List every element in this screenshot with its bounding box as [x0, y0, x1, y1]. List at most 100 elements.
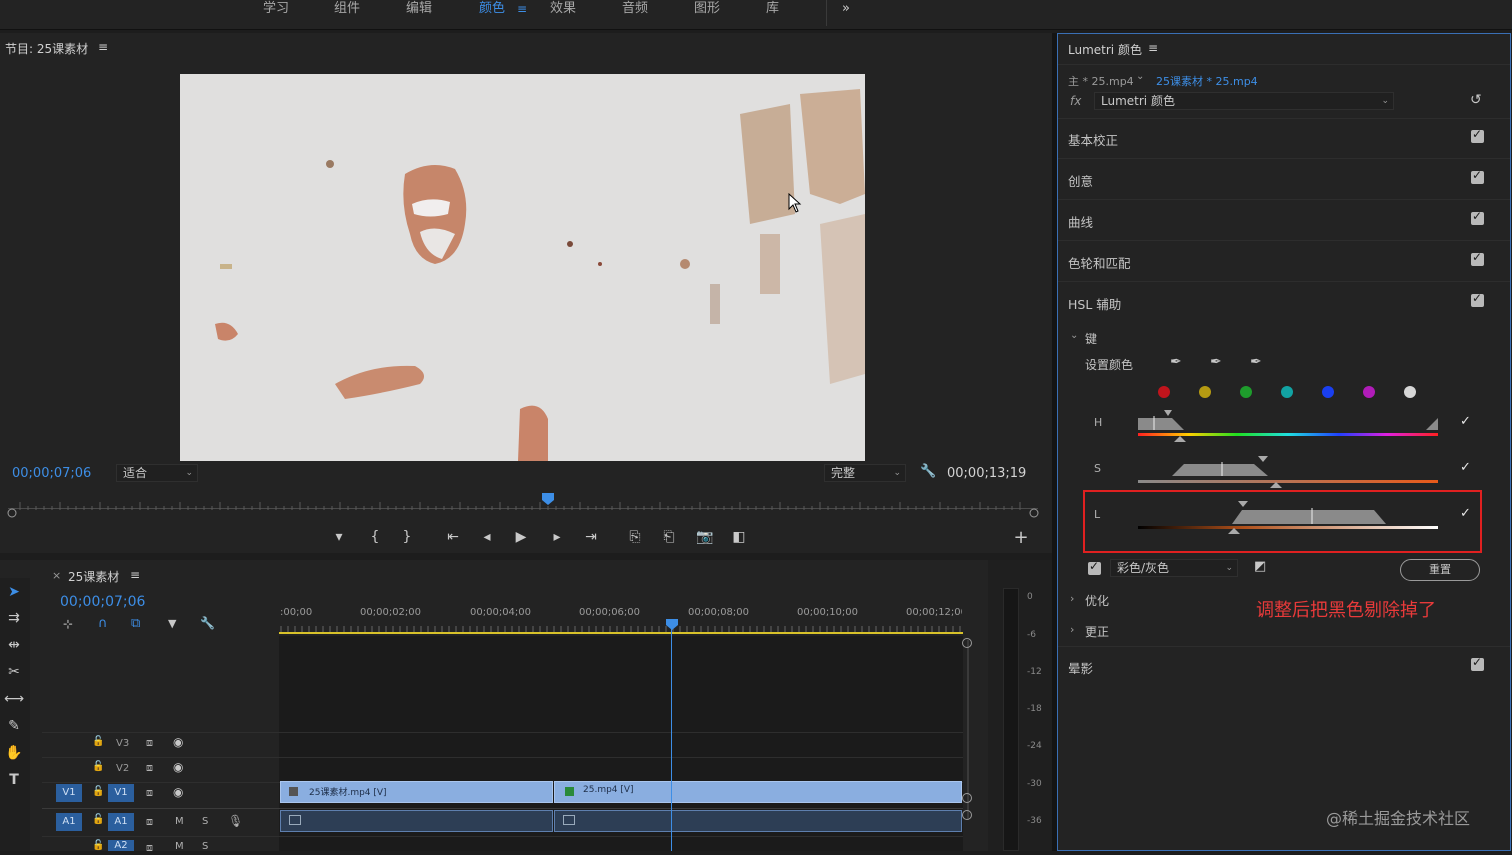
- quality-select[interactable]: 完整 ⌄: [824, 464, 906, 482]
- audio-clip-2[interactable]: [554, 810, 962, 832]
- scroll-handle-bottom[interactable]: [962, 793, 972, 803]
- color-wheels-checkbox[interactable]: [1471, 250, 1484, 266]
- saturation-enable-check-icon[interactable]: ✓: [1460, 460, 1471, 475]
- reset-button[interactable]: 重置: [1400, 559, 1480, 581]
- camera-icon[interactable]: 📷: [694, 527, 716, 547]
- sync-lock-icon[interactable]: ⧈: [146, 786, 153, 800]
- luminance-enable-check-icon[interactable]: ✓: [1460, 506, 1471, 521]
- eye-icon[interactable]: ◉: [173, 785, 183, 799]
- linked-selection-icon[interactable]: ⧉: [131, 616, 140, 631]
- tab-effects[interactable]: 效果: [550, 0, 576, 22]
- swatch-white[interactable]: [1404, 386, 1416, 398]
- razor-tool-icon[interactable]: ✂: [4, 662, 24, 682]
- sync-lock-icon[interactable]: ⧈: [146, 736, 153, 750]
- hue-enable-check-icon[interactable]: ✓: [1460, 414, 1471, 429]
- effect-select[interactable]: Lumetri 颜色 ⌄: [1094, 92, 1394, 110]
- creative-checkbox[interactable]: [1471, 168, 1484, 184]
- lock-icon[interactable]: 🔓: [92, 761, 104, 772]
- lock-icon[interactable]: 🔓: [92, 814, 104, 825]
- settings-wrench-icon[interactable]: 🔧: [200, 616, 215, 630]
- chevron-right-icon[interactable]: ›: [1070, 623, 1074, 636]
- step-forward-icon[interactable]: ▸: [546, 527, 568, 547]
- key-section-label[interactable]: 键: [1085, 330, 1097, 347]
- tab-editing[interactable]: 编辑: [406, 0, 432, 22]
- selection-tool-icon[interactable]: ➤: [4, 582, 24, 602]
- eyedropper-icon[interactable]: ✒: [1170, 354, 1182, 370]
- track-label-a1[interactable]: A1: [108, 813, 134, 831]
- sequence-clip-label[interactable]: 25课素材 * 25.mp4: [1156, 73, 1258, 89]
- video-clip-2[interactable]: 25.mp4 [V]: [554, 781, 962, 803]
- go-to-in-icon[interactable]: ⇤: [442, 527, 464, 547]
- tab-learn[interactable]: 学习: [263, 0, 289, 22]
- snap-icon[interactable]: ∩: [98, 616, 108, 631]
- correct-section-label[interactable]: 更正: [1085, 623, 1109, 640]
- reset-effect-icon[interactable]: ↺: [1470, 92, 1482, 108]
- eye-icon[interactable]: ◉: [173, 760, 183, 774]
- chevron-right-icon[interactable]: ›: [1070, 592, 1074, 605]
- step-back-icon[interactable]: ◂: [476, 527, 498, 547]
- eyedropper-subtract-icon[interactable]: ✒: [1250, 354, 1262, 370]
- mute-button[interactable]: M: [175, 841, 184, 852]
- curves-checkbox[interactable]: [1471, 209, 1484, 225]
- show-mask-checkbox[interactable]: [1088, 559, 1101, 575]
- lock-icon[interactable]: 🔓: [92, 736, 104, 747]
- pen-tool-icon[interactable]: ✎: [4, 716, 24, 736]
- audio-clip-1[interactable]: [280, 810, 553, 832]
- sync-lock-icon[interactable]: ⧈: [146, 841, 153, 855]
- timeline-playhead-icon[interactable]: [665, 618, 679, 631]
- ripple-edit-tool-icon[interactable]: ⇹: [4, 635, 24, 655]
- more-workspaces-icon[interactable]: »: [842, 0, 850, 22]
- hue-slider[interactable]: [1136, 406, 1442, 442]
- timeline-playhead[interactable]: [671, 626, 672, 851]
- program-current-timecode[interactable]: 00;00;07;06: [12, 466, 91, 481]
- track-label-a2[interactable]: A2: [108, 840, 134, 851]
- section-hsl-secondary[interactable]: HSL 辅助: [1068, 294, 1121, 313]
- eye-icon[interactable]: ◉: [173, 735, 183, 749]
- swatch-magenta[interactable]: [1363, 386, 1375, 398]
- panel-menu-icon[interactable]: ≡: [98, 40, 108, 54]
- section-color-wheels[interactable]: 色轮和匹配: [1068, 253, 1131, 272]
- hand-tool-icon[interactable]: ✋: [4, 743, 24, 763]
- mute-button[interactable]: M: [175, 816, 184, 827]
- scroll-handle[interactable]: [962, 810, 972, 820]
- video-clip-1[interactable]: 25课素材.mp4 [V]: [280, 781, 553, 803]
- tab-color[interactable]: 颜色: [479, 0, 505, 22]
- luminance-slider[interactable]: [1136, 496, 1442, 536]
- hsl-secondary-checkbox[interactable]: [1471, 291, 1484, 307]
- add-marker-icon[interactable]: ▾: [328, 527, 350, 547]
- basic-correction-checkbox[interactable]: [1471, 127, 1484, 143]
- go-to-out-icon[interactable]: ⇥: [580, 527, 602, 547]
- eyedropper-add-icon[interactable]: ✒: [1210, 354, 1222, 370]
- sync-lock-icon[interactable]: ⧈: [146, 815, 153, 829]
- overwrite-icon[interactable]: ⎗: [658, 527, 680, 547]
- section-basic-correction[interactable]: 基本校正: [1068, 130, 1118, 149]
- slip-tool-icon[interactable]: ⟷: [4, 689, 24, 709]
- lock-icon[interactable]: 🔓: [92, 786, 104, 797]
- track-select-tool-icon[interactable]: ⇉: [4, 608, 24, 628]
- tab-assembly[interactable]: 组件: [334, 0, 360, 22]
- panel-menu-icon[interactable]: ≡: [1148, 41, 1158, 55]
- swatch-cyan[interactable]: [1281, 386, 1293, 398]
- tab-audio[interactable]: 音频: [622, 0, 648, 22]
- swatch-green[interactable]: [1240, 386, 1252, 398]
- compare-icon[interactable]: ◧: [728, 527, 750, 547]
- source-patch-v1[interactable]: V1: [56, 784, 82, 802]
- swatch-red[interactable]: [1158, 386, 1170, 398]
- lock-icon[interactable]: 🔓: [92, 840, 104, 851]
- swatch-yellow[interactable]: [1199, 386, 1211, 398]
- invert-mask-icon[interactable]: ◩: [1254, 559, 1266, 574]
- add-button-icon[interactable]: +: [1010, 528, 1032, 548]
- swatch-blue[interactable]: [1322, 386, 1334, 398]
- scroll-handle-top[interactable]: [962, 638, 972, 648]
- solo-button[interactable]: S: [202, 816, 208, 827]
- type-tool-icon[interactable]: T: [4, 770, 24, 790]
- saturation-slider[interactable]: [1136, 452, 1442, 488]
- insert-icon[interactable]: ⎘: [624, 527, 646, 547]
- sequence-tab[interactable]: 25课素材: [68, 568, 119, 585]
- close-icon[interactable]: ×: [52, 569, 61, 582]
- source-patch-a1[interactable]: A1: [56, 813, 82, 831]
- fit-select[interactable]: 适合 ⌄: [116, 464, 198, 482]
- play-icon[interactable]: ▶: [510, 527, 532, 547]
- refine-section-label[interactable]: 优化: [1085, 592, 1109, 609]
- wrench-icon[interactable]: 🔧: [920, 464, 936, 479]
